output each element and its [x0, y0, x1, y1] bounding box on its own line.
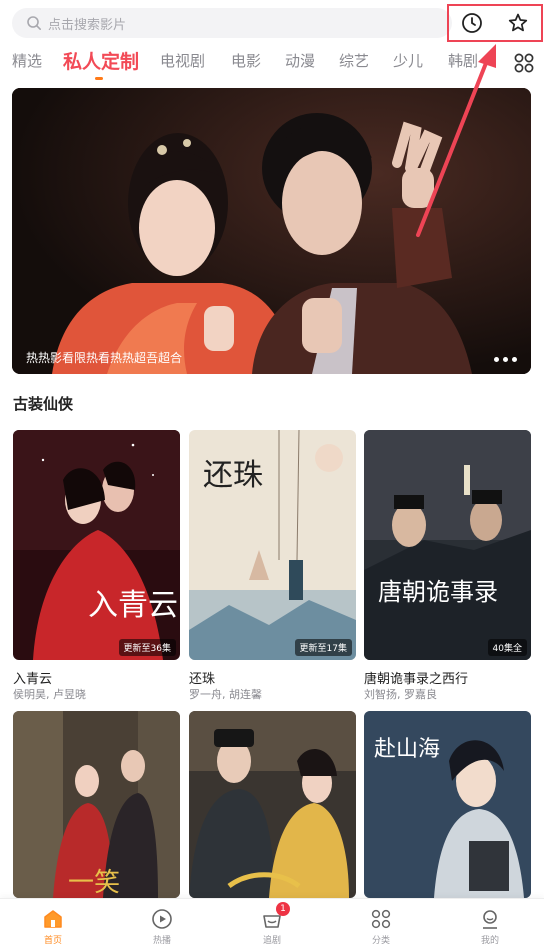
poster-image: 还珠 更新至17集 — [189, 430, 356, 660]
clock-icon — [462, 13, 482, 33]
more-icon[interactable] — [494, 357, 517, 362]
notification-badge: 1 — [276, 902, 290, 916]
episode-badge: 更新至36集 — [118, 639, 176, 656]
poster-text: 入青云 — [88, 588, 178, 623]
bottom-nav: 首页 热播 1 追剧 分类 我的 — [0, 898, 544, 950]
card-title: 还珠 — [189, 672, 216, 687]
tab-siren-dingzhi[interactable]: 私人定制 — [63, 47, 139, 74]
tab-kids[interactable]: 少儿 — [393, 50, 423, 71]
poster-image: 赴山海 — [364, 711, 531, 898]
card-title: 唐朝诡事录之西行 — [364, 672, 469, 687]
tab-korean-drama[interactable]: 韩剧 — [448, 50, 478, 71]
section-title: 古装仙侠 — [13, 395, 74, 413]
nav-following[interactable]: 1 追剧 — [232, 899, 312, 950]
nav-profile[interactable]: 我的 — [450, 899, 530, 950]
star-icon — [508, 13, 528, 32]
episode-badge: 40集全 — [487, 639, 527, 656]
nav-label: 追剧 — [262, 936, 281, 946]
active-tab-indicator — [95, 77, 103, 80]
nav-home[interactable]: 首页 — [13, 899, 93, 950]
episode-badge: 更新至17集 — [294, 639, 352, 656]
home-icon — [44, 910, 62, 928]
nav-label: 首页 — [43, 936, 62, 946]
favorite-button[interactable] — [505, 10, 531, 36]
card-cast: 罗一舟, 胡连馨 — [189, 688, 262, 701]
search-icon — [27, 16, 41, 30]
top-icons-highlight — [447, 4, 543, 42]
hero-banner[interactable]: 热热影看限热看热热超吾超合 — [12, 88, 531, 374]
nav-trending[interactable]: 热播 — [122, 899, 202, 950]
tab-variety[interactable]: 综艺 — [339, 50, 369, 71]
grid-icon — [514, 53, 534, 73]
tab-jingxuan[interactable]: 精选 — [12, 50, 42, 71]
poster-text: 唐朝诡事录 — [378, 578, 498, 606]
nav-label: 我的 — [480, 936, 499, 946]
poster-text: 还珠 — [203, 458, 263, 493]
search-placeholder: 点击搜索影片 — [48, 17, 127, 33]
category-tabs: 精选 私人定制 电视剧 电影 动漫 综艺 少儿 韩剧 — [0, 46, 544, 80]
search-bar[interactable]: 点击搜索影片 — [12, 8, 452, 38]
tab-tv-series[interactable]: 电视剧 — [160, 50, 205, 71]
tab-anime[interactable]: 动漫 — [285, 50, 315, 71]
card-cast: 侯明昊, 卢昱晓 — [13, 688, 86, 701]
poster-image: 唐朝诡事录 40集全 — [364, 430, 531, 660]
card-title: 入青云 — [13, 672, 53, 687]
nav-label: 热播 — [152, 936, 171, 946]
play-circle-icon — [152, 909, 172, 929]
grid-icon — [371, 909, 391, 929]
user-icon — [483, 910, 497, 929]
nav-categories[interactable]: 分类 — [341, 899, 421, 950]
card-cast: 刘智扬, 罗嘉良 — [364, 688, 437, 701]
tab-movies[interactable]: 电影 — [231, 50, 261, 71]
nav-label: 分类 — [371, 936, 390, 946]
history-button[interactable] — [459, 10, 485, 36]
poster-image: 入青云 更新至36集 — [13, 430, 180, 660]
banner-caption: 热热影看限热看热热超吾超合 — [26, 351, 183, 365]
all-categories-button[interactable] — [510, 49, 538, 77]
poster-image: 一笑 — [13, 711, 180, 898]
poster-text: 一笑 — [68, 868, 120, 898]
poster-text: 赴山海 — [374, 737, 440, 762]
poster-image — [189, 711, 356, 898]
banner-illustration — [12, 88, 531, 374]
